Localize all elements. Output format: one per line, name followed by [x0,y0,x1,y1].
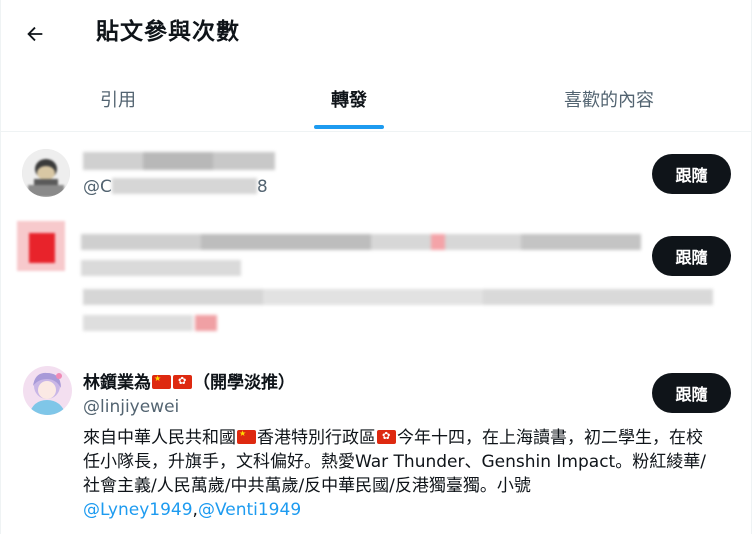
follow-button[interactable]: 跟隨 [652,373,731,413]
back-button[interactable] [17,16,53,52]
user-handle: @C 8 [83,177,268,197]
mention-link-lyney[interactable]: @Lyney1949 [83,500,193,520]
avatar[interactable] [22,149,70,197]
follow-button[interactable]: 跟隨 [652,154,731,194]
china-flag-icon [152,373,171,389]
tab-reposts[interactable]: 轉發 [234,66,464,132]
tab-bar: 引用 轉發 喜歡的內容 [0,66,752,132]
user-row-2[interactable]: 跟隨 [0,211,752,355]
display-name[interactable]: 林鑕業為（開學淡推） [83,372,295,394]
user-bio: 來自中華人民共和國香港特別行政區今年十四，在上海讀書，初二學生，在校任小隊長，升… [83,426,713,522]
page-title: 貼文參與次數 [96,19,240,45]
hong-kong-flag-icon [377,430,396,444]
mention-link-venti[interactable]: @Venti1949 [198,500,301,520]
active-tab-indicator [314,125,384,129]
user-row-1[interactable]: @C 8 跟隨 [0,133,752,211]
user-handle: @linjiyewei [83,397,180,417]
china-flag-icon [237,428,256,444]
hong-kong-flag-icon [173,375,192,389]
header: 貼文參與次數 [0,0,752,66]
avatar[interactable] [17,221,65,271]
tab-likes[interactable]: 喜歡的內容 [494,66,724,132]
tab-quotes[interactable]: 引用 [3,66,233,132]
follow-button[interactable]: 跟隨 [652,236,731,276]
blurred-bio [83,287,713,337]
blurred-name-handle [81,230,641,284]
blurred-display-name [83,150,275,172]
arrow-left-icon [27,26,43,42]
avatar[interactable] [23,366,72,415]
